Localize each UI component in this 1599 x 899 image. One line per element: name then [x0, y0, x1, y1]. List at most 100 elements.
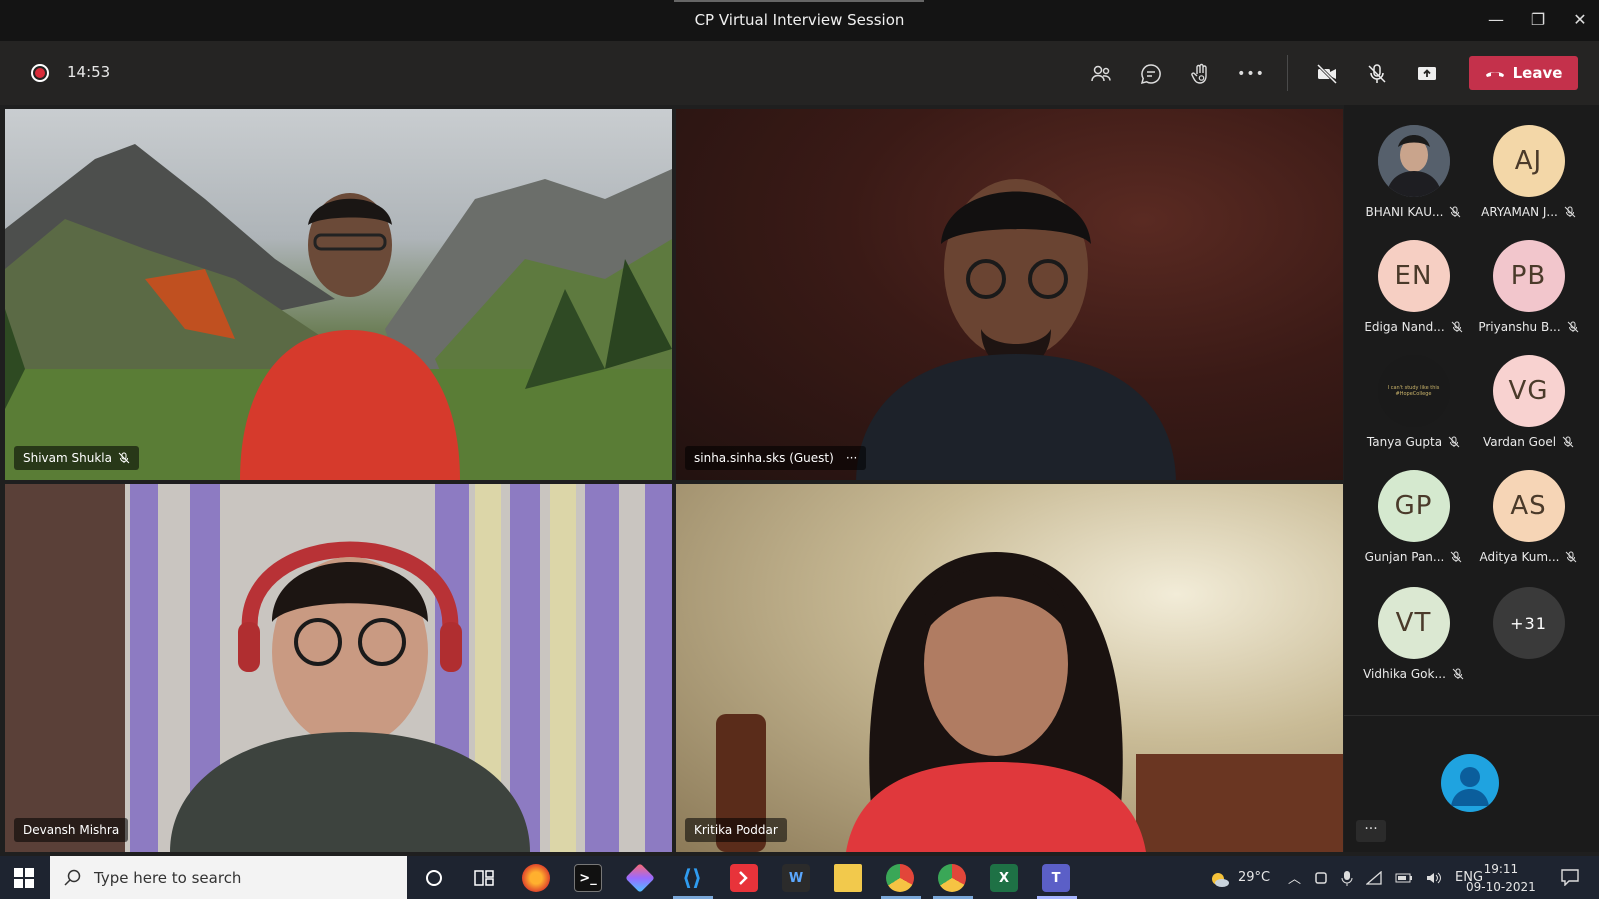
participants-button[interactable] — [1086, 59, 1116, 89]
tray-overflow-icon[interactable]: ︿ — [1288, 868, 1301, 887]
wps-icon[interactable]: W — [782, 864, 810, 892]
cortana-icon[interactable] — [420, 864, 448, 892]
chrome-profile-icon[interactable] — [938, 864, 966, 892]
roster-item[interactable]: BHANI KAU... — [1356, 125, 1471, 219]
titlebar-accent — [674, 0, 924, 2]
reactions-button[interactable] — [1186, 59, 1216, 89]
close-window-button[interactable]: ✕ — [1565, 7, 1595, 33]
taskbar-clock[interactable]: 19:11 09-10-2021 — [1466, 860, 1536, 896]
chat-button[interactable] — [1136, 59, 1166, 89]
window-titlebar: CP Virtual Interview Session — ❐ ✕ — [0, 0, 1599, 41]
app-diamond-icon[interactable] — [625, 863, 655, 893]
participant-silhouette — [846, 552, 1146, 852]
avatar: I can't study like this #HopeCollege — [1377, 355, 1450, 427]
avatar: VG — [1492, 355, 1565, 427]
participant-silhouette — [240, 193, 460, 480]
roster-item[interactable]: I can't study like this #HopeCollege Tan… — [1356, 355, 1471, 449]
chat-icon — [1140, 64, 1161, 85]
anydesk-icon[interactable] — [730, 864, 758, 892]
mic-toggle-button[interactable] — [1362, 59, 1392, 89]
task-view-icon[interactable] — [470, 864, 498, 892]
more-participants-button[interactable]: +31 — [1471, 587, 1586, 659]
mic-off-icon — [1567, 321, 1579, 333]
video-tile-devansh[interactable]: Devansh Mishra — [5, 484, 672, 852]
minimize-button[interactable]: — — [1481, 7, 1511, 33]
weather-widget[interactable]: 29°C — [1208, 856, 1270, 899]
avatar: AJ — [1492, 125, 1565, 197]
roster-item[interactable]: AS Aditya Kum... — [1471, 470, 1586, 564]
microphone-icon[interactable] — [1341, 870, 1353, 886]
roster-item[interactable]: EN Ediga Nand... — [1356, 240, 1471, 334]
participant-silhouette — [170, 541, 530, 852]
recording-indicator-icon — [31, 64, 49, 82]
roster-item[interactable]: AJ ARYAMAN J... — [1471, 125, 1586, 219]
windows-start-icon[interactable] — [14, 868, 34, 888]
mic-off-icon — [1562, 436, 1574, 448]
roster-item[interactable]: VT Vidhika Gok... — [1356, 587, 1471, 681]
roster-name: Priyanshu B... — [1478, 320, 1561, 334]
mic-off-icon — [1452, 668, 1464, 680]
windows-taskbar: Type here to search >_ ⟨⟩ W X T 29°C ︿ E… — [0, 856, 1599, 899]
taskbar-search-input[interactable]: Type here to search — [50, 856, 407, 899]
video-tile-kritika[interactable]: Kritika Poddar — [676, 484, 1343, 852]
mic-off-icon — [1448, 436, 1460, 448]
roster-item[interactable]: VG Vardan Goel — [1471, 355, 1586, 449]
participants-icon — [1091, 65, 1111, 82]
more-actions-button[interactable]: ••• — [1236, 59, 1266, 89]
roster-name: Vardan Goel — [1482, 435, 1557, 449]
avatar: EN — [1377, 240, 1450, 312]
video-tile-sinha[interactable]: sinha.sinha.sks (Guest) ··· — [676, 109, 1343, 480]
share-screen-button[interactable] — [1412, 59, 1442, 89]
mic-off-icon — [118, 452, 130, 464]
self-view-more-button[interactable]: ··· — [1356, 820, 1386, 842]
terminal-icon[interactable]: >_ — [574, 864, 602, 892]
avatar: GP — [1377, 470, 1450, 542]
firefox-icon[interactable] — [522, 864, 550, 892]
volume-icon[interactable] — [1426, 871, 1442, 885]
avatar-image-text: I can't study like this #HopeCollege — [1387, 385, 1440, 397]
clock-date: 09-10-2021 — [1466, 880, 1536, 894]
roster-name: BHANI KAU... — [1365, 205, 1444, 219]
participant-name: Shivam Shukla — [23, 451, 112, 465]
roster-name: Vidhika Gok... — [1363, 667, 1446, 681]
share-screen-icon — [1418, 67, 1436, 80]
weather-sun-icon — [1212, 872, 1229, 887]
roster-item[interactable]: PB Priyanshu B... — [1471, 240, 1586, 334]
mic-off-icon — [1451, 551, 1462, 563]
file-explorer-icon[interactable] — [834, 864, 862, 892]
roster-name: Ediga Nand... — [1364, 320, 1445, 334]
mic-off-icon — [1451, 321, 1463, 333]
search-icon — [64, 869, 81, 886]
self-avatar — [1441, 754, 1499, 812]
wifi-icon[interactable] — [1366, 870, 1382, 885]
self-view: ··· — [1344, 715, 1599, 852]
leave-label: Leave — [1512, 64, 1563, 82]
meeting-timer: 14:53 — [67, 63, 111, 81]
tray-app-icon[interactable] — [1314, 871, 1328, 885]
leave-button[interactable]: Leave — [1469, 56, 1578, 90]
video-more-button[interactable]: ··· — [846, 446, 857, 470]
avatar: PB — [1492, 240, 1565, 312]
mic-off-icon — [1368, 64, 1386, 83]
notifications-icon[interactable] — [1560, 868, 1580, 886]
participant-name: sinha.sinha.sks (Guest) — [694, 451, 834, 465]
participant-name: Devansh Mishra — [23, 823, 120, 837]
roster-name: ARYAMAN J... — [1481, 205, 1558, 219]
restore-button[interactable]: ❐ — [1523, 7, 1553, 33]
temperature: 29°C — [1238, 870, 1271, 885]
teams-icon[interactable]: T — [1042, 864, 1070, 892]
chrome-icon[interactable] — [886, 864, 914, 892]
vscode-icon[interactable]: ⟨⟩ — [678, 864, 706, 892]
participant-silhouette — [856, 179, 1176, 480]
camera-toggle-button[interactable] — [1312, 59, 1342, 89]
roster-item[interactable]: GP Gunjan Pan... — [1356, 470, 1471, 564]
mic-off-icon — [1566, 551, 1577, 563]
system-tray: ︿ ENG — [1288, 856, 1483, 899]
battery-icon[interactable] — [1395, 872, 1413, 884]
avatar: VT — [1377, 587, 1450, 659]
video-tile-shivam[interactable]: Shivam Shukla — [5, 109, 672, 480]
excel-icon[interactable]: X — [990, 864, 1018, 892]
video-name-label: sinha.sinha.sks (Guest) ··· — [685, 446, 867, 470]
person-icon — [1451, 767, 1489, 806]
profile-photo — [1377, 125, 1450, 197]
